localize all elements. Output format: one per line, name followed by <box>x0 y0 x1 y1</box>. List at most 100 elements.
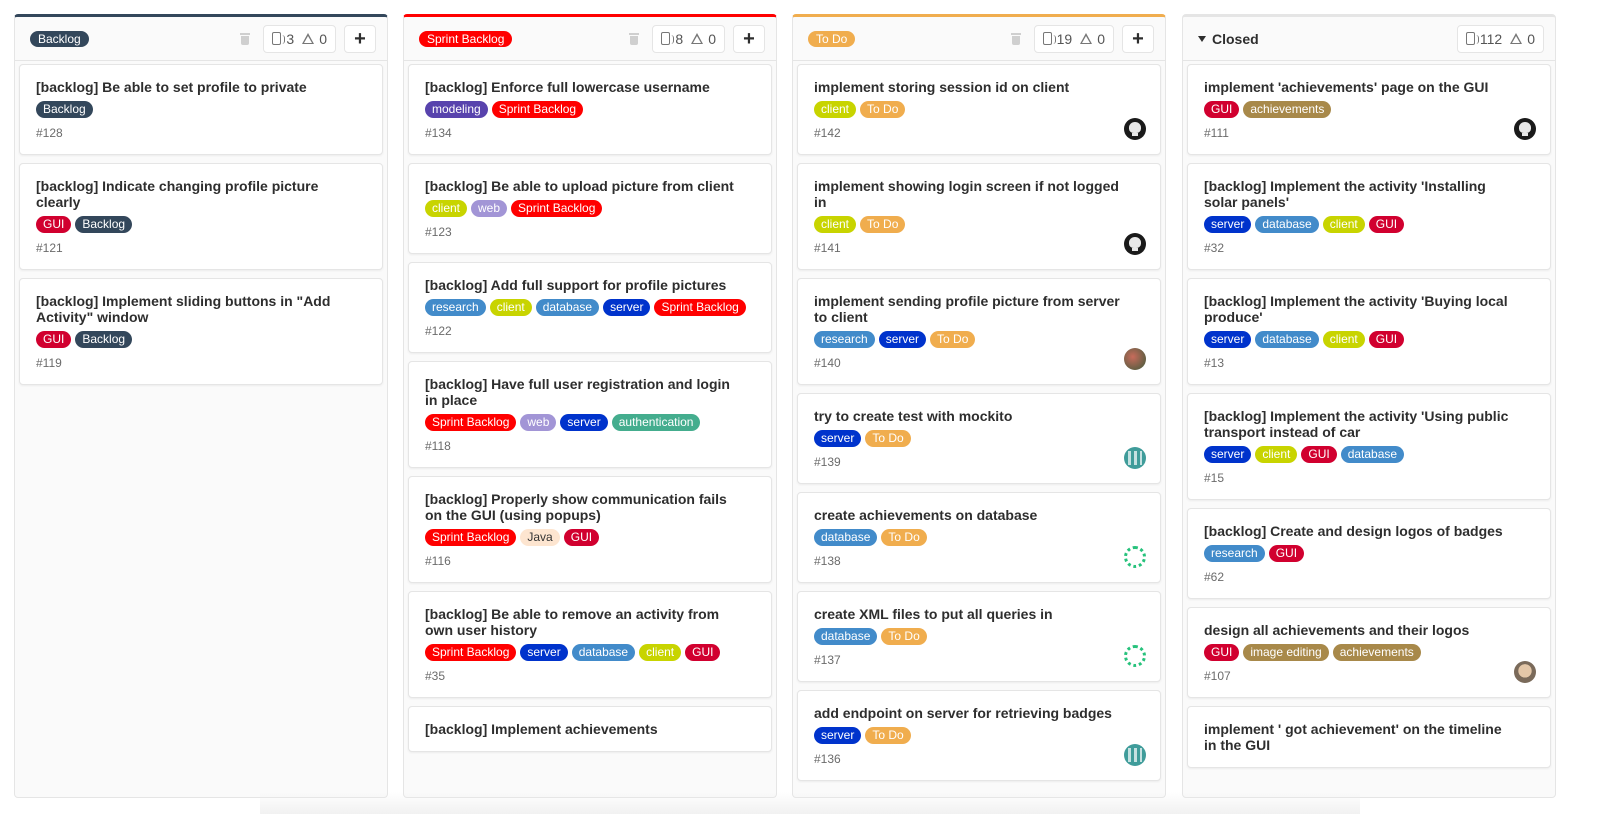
issue-label[interactable]: research <box>425 299 486 316</box>
issue-label[interactable]: server <box>878 331 927 348</box>
issue-label[interactable]: client <box>814 101 857 118</box>
list-label-badge[interactable]: Backlog <box>30 30 89 47</box>
issue-label[interactable]: Backlog <box>36 101 93 118</box>
issue-label[interactable]: GUI <box>1301 446 1337 463</box>
issue-label[interactable]: To Do <box>881 529 927 546</box>
issue-card[interactable]: design all achievements and their logos G… <box>1187 607 1551 698</box>
assignee-avatar[interactable] <box>1124 744 1146 766</box>
issue-card[interactable]: [backlog] Be able to upload picture from… <box>408 163 772 254</box>
assignee-avatar[interactable] <box>1124 447 1146 469</box>
issue-label[interactable]: GUI <box>1368 216 1405 233</box>
issue-label[interactable]: client <box>1322 331 1365 348</box>
issue-label[interactable]: GUI <box>1368 331 1405 348</box>
issue-title[interactable]: [backlog] Implement the activity 'Using … <box>1204 408 1534 440</box>
issue-label[interactable]: server <box>560 414 608 431</box>
issue-title[interactable]: implement 'achievements' page on the GUI <box>1204 79 1534 95</box>
issue-title[interactable]: [backlog] Indicate changing profile pict… <box>36 178 366 210</box>
issue-card[interactable]: create XML files to put all queries in da… <box>797 591 1161 682</box>
issue-label[interactable]: modeling <box>425 101 488 118</box>
issue-title[interactable]: [backlog] Have full user registration an… <box>425 376 755 408</box>
issue-card[interactable]: [backlog] Implement the activity 'Instal… <box>1187 163 1551 270</box>
issue-card[interactable]: [backlog] Implement the activity 'Using … <box>1187 393 1551 500</box>
issue-card[interactable]: implement ' got achievement' on the time… <box>1187 706 1551 768</box>
issue-title[interactable]: [backlog] Be able to upload picture from… <box>425 178 755 194</box>
issue-title[interactable]: design all achievements and their logos <box>1204 622 1534 638</box>
issue-label[interactable]: Sprint Backlog <box>425 529 517 546</box>
issue-label[interactable]: database <box>1340 446 1405 463</box>
issue-card[interactable]: [backlog] Indicate changing profile pict… <box>19 163 383 270</box>
issue-label[interactable]: server <box>1204 446 1252 463</box>
issue-label[interactable]: To Do <box>860 101 906 118</box>
issue-title[interactable]: implement sending profile picture from s… <box>814 293 1144 325</box>
assignee-avatar[interactable] <box>1124 546 1146 568</box>
issue-label[interactable]: Sprint Backlog <box>425 414 517 431</box>
issue-label[interactable]: client <box>1255 446 1298 463</box>
issue-label[interactable]: GUI <box>1204 101 1240 118</box>
list-label-badge[interactable]: To Do <box>808 30 856 47</box>
issue-label[interactable]: To Do <box>860 216 906 233</box>
issue-label[interactable]: GUI <box>1268 545 1305 562</box>
assignee-avatar[interactable] <box>1124 645 1146 667</box>
issue-label[interactable]: client <box>814 216 857 233</box>
add-issue-button[interactable]: + <box>1122 24 1154 53</box>
issue-title[interactable]: [backlog] Enforce full lowercase usernam… <box>425 79 755 95</box>
issue-label[interactable]: server <box>814 727 862 744</box>
list-collapse-toggle[interactable]: Closed <box>1198 31 1259 47</box>
issue-card[interactable]: [backlog] Properly show communication fa… <box>408 476 772 583</box>
issue-title[interactable]: implement ' got achievement' on the time… <box>1204 721 1534 753</box>
issue-label[interactable]: To Do <box>865 430 911 447</box>
issue-label[interactable]: Sprint Backlog <box>654 299 746 316</box>
issue-label[interactable]: client <box>1322 216 1365 233</box>
issue-label[interactable]: database <box>814 628 878 645</box>
issue-title[interactable]: create achievements on database <box>814 507 1144 523</box>
issue-label[interactable]: server <box>603 299 651 316</box>
issue-label[interactable]: GUI <box>36 216 72 233</box>
issue-title[interactable]: create XML files to put all queries in <box>814 606 1144 622</box>
issue-card[interactable]: [backlog] Add full support for profile p… <box>408 262 772 353</box>
issue-label[interactable]: Sprint Backlog <box>425 644 517 661</box>
issue-label[interactable]: client <box>489 299 532 316</box>
issue-label[interactable]: Backlog <box>75 331 133 348</box>
issue-card[interactable]: [backlog] Have full user registration an… <box>408 361 772 468</box>
issue-label[interactable]: client <box>639 644 682 661</box>
issue-card[interactable]: [backlog] Implement sliding buttons in "… <box>19 278 383 385</box>
assignee-avatar[interactable] <box>1124 118 1146 140</box>
issue-title[interactable]: [backlog] Implement sliding buttons in "… <box>36 293 366 325</box>
issue-card[interactable]: implement storing session id on client cl… <box>797 64 1161 155</box>
issue-label[interactable]: authentication <box>611 414 701 431</box>
list-label-badge[interactable]: Sprint Backlog <box>419 30 513 47</box>
issue-label[interactable]: To Do <box>881 628 927 645</box>
issue-label[interactable]: database <box>1255 216 1319 233</box>
trash-icon[interactable] <box>239 32 251 46</box>
issue-title[interactable]: implement storing session id on client <box>814 79 1144 95</box>
issue-label[interactable]: web <box>520 414 557 431</box>
issue-card[interactable]: [backlog] Implement achievements <box>408 706 772 752</box>
issue-card[interactable]: implement showing login screen if not lo… <box>797 163 1161 270</box>
issue-label[interactable]: To Do <box>865 727 911 744</box>
issue-title[interactable]: [backlog] Add full support for profile p… <box>425 277 755 293</box>
issue-label[interactable]: database <box>571 644 636 661</box>
issue-label[interactable]: To Do <box>930 331 976 348</box>
issue-label[interactable]: web <box>471 200 508 217</box>
issue-label[interactable]: server <box>1204 216 1252 233</box>
issue-title[interactable]: [backlog] Implement achievements <box>425 721 755 737</box>
issue-label[interactable]: database <box>814 529 878 546</box>
issue-card[interactable]: try to create test with mockito server To … <box>797 393 1161 484</box>
issue-title[interactable]: [backlog] Be able to remove an activity … <box>425 606 755 638</box>
trash-icon[interactable] <box>1010 32 1022 46</box>
issue-label[interactable]: Java <box>520 529 560 546</box>
issue-card[interactable]: implement sending profile picture from s… <box>797 278 1161 385</box>
issue-title[interactable]: add endpoint on server for retrieving ba… <box>814 705 1144 721</box>
issue-label[interactable]: Sprint Backlog <box>511 200 603 217</box>
add-issue-button[interactable]: + <box>733 24 765 53</box>
issue-title[interactable]: [backlog] Be able to set profile to priv… <box>36 79 366 95</box>
issue-title[interactable]: [backlog] Implement the activity 'Instal… <box>1204 178 1534 210</box>
issue-label[interactable]: database <box>1255 331 1319 348</box>
issue-label[interactable]: GUI <box>36 331 72 348</box>
issue-label[interactable]: GUI <box>1204 644 1240 661</box>
issue-card[interactable]: create achievements on database database T… <box>797 492 1161 583</box>
issue-card[interactable]: [backlog] Enforce full lowercase usernam… <box>408 64 772 155</box>
issue-label[interactable]: server <box>814 430 862 447</box>
issue-label[interactable]: achievements <box>1243 101 1332 118</box>
issue-label[interactable]: research <box>1204 545 1265 562</box>
